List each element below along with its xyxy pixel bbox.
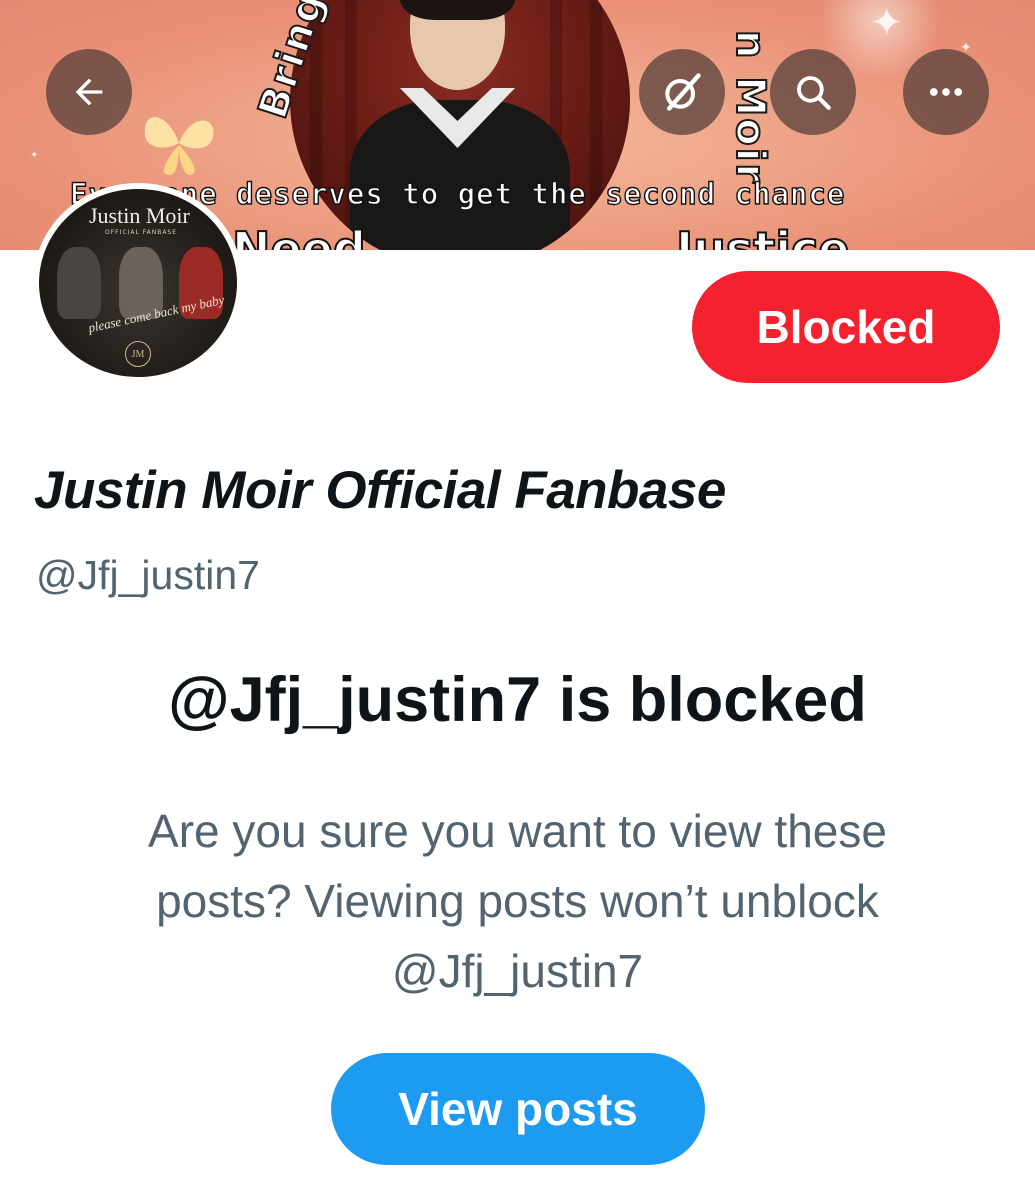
avatar-monogram: JM: [125, 341, 151, 367]
blocked-notice-title: @Jfj_justin7 is blocked: [168, 665, 867, 735]
profile-handle: @Jfj_justin7: [36, 552, 260, 598]
profile-screen: ✦ ✦ ✦ Bring n Moir Everyone deserves to …: [0, 0, 1035, 1200]
banner-portrait-photo: [290, 0, 630, 250]
blocked-notice-line: Are you sure you want to view these: [148, 805, 887, 857]
arrow-left-icon: [75, 78, 103, 106]
banner-text-justice: Justice: [675, 221, 850, 250]
profile-avatar[interactable]: Justin Moir OFFICIAL FANBASE please come…: [33, 183, 243, 383]
avatar-logo-subtitle: OFFICIAL FANBASE: [105, 229, 178, 236]
blocked-notice-line: @Jfj_justin7: [391, 945, 644, 997]
search-button[interactable]: [770, 49, 856, 135]
grok-icon: [665, 73, 701, 111]
profile-display-name: Justin Moir Official Fanbase: [34, 461, 726, 520]
sparkle-icon: ✦: [30, 150, 39, 161]
blocked-notice-description: Are you sure you want to view these post…: [50, 796, 985, 1006]
more-options-button[interactable]: [903, 49, 989, 135]
sparkle-icon: ✦: [870, 0, 904, 46]
banner-text-need: Need: [231, 221, 367, 250]
view-posts-button[interactable]: View posts: [331, 1053, 705, 1165]
grok-button[interactable]: [639, 49, 725, 135]
back-button[interactable]: [46, 49, 132, 135]
banner-arc-text-right: n Moir: [726, 29, 774, 186]
search-icon: [797, 76, 831, 110]
avatar-image: Justin Moir OFFICIAL FANBASE please come…: [39, 189, 237, 377]
more-icon: [929, 88, 963, 96]
blocked-notice-line: posts? Viewing posts won’t unblock: [156, 875, 879, 927]
butterfly-icon: [144, 117, 214, 176]
avatar-logo-text: Justin Moir: [89, 203, 190, 228]
blocked-button[interactable]: Blocked: [692, 271, 1000, 383]
